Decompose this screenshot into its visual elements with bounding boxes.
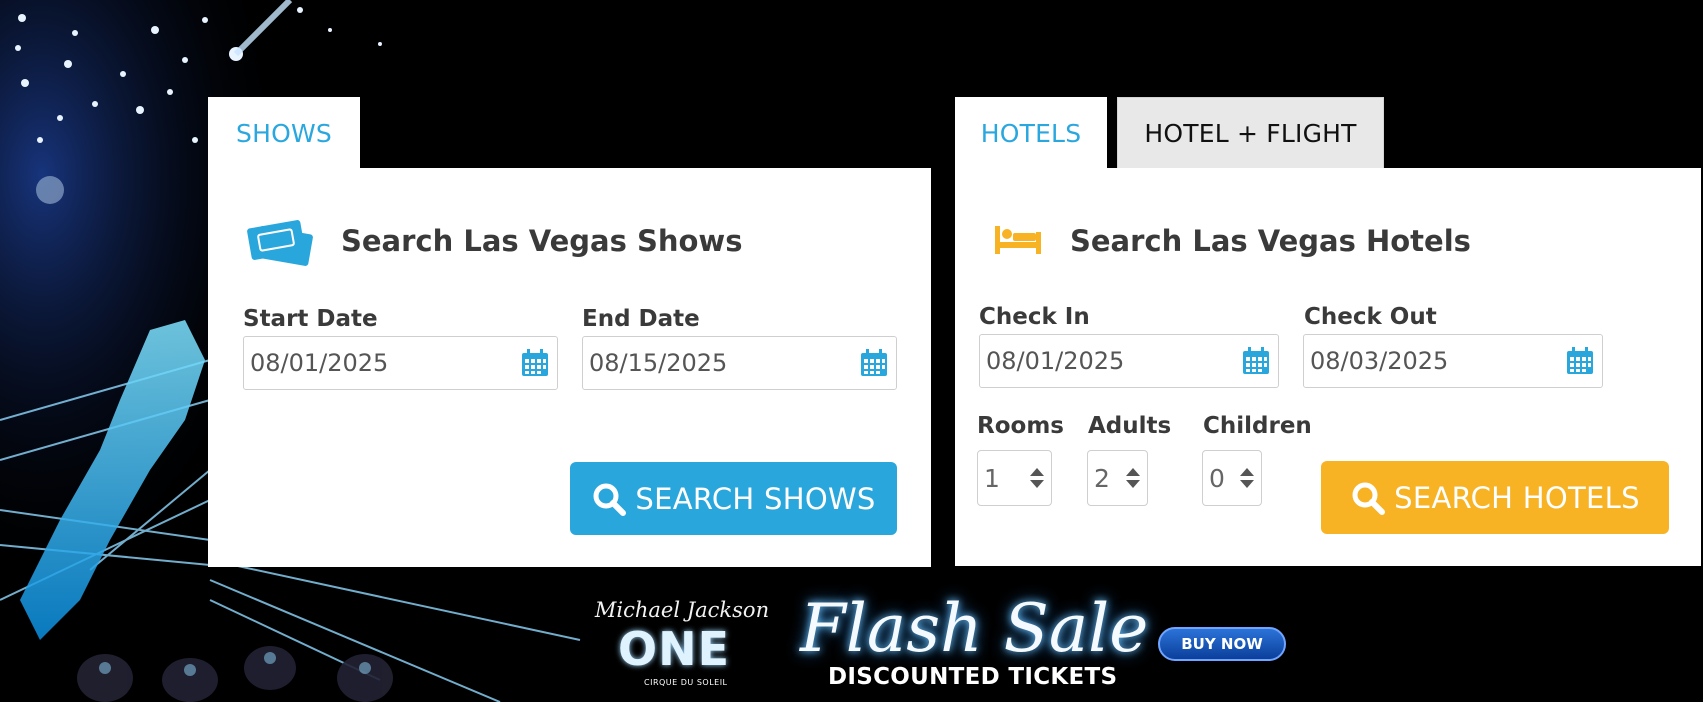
search-icon (593, 483, 627, 516)
mj-one-logo[interactable]: Michael Jackson ONE CIRQUE DU SOLEIL (594, 598, 770, 690)
shows-title: Search Las Vegas Shows (341, 224, 743, 258)
tab-shows[interactable]: SHOWS (208, 97, 360, 169)
discounted-tickets-text[interactable]: DISCOUNTED TICKETS (828, 664, 1117, 690)
flash-sale-heading[interactable]: Flash Sale (800, 590, 1148, 667)
mj-one-text: ONE (618, 622, 731, 676)
check-out-input[interactable]: 08/03/2025 (1303, 334, 1603, 388)
tab-shows-label: SHOWS (236, 118, 332, 148)
buy-now-button[interactable]: BUY NOW (1158, 627, 1286, 661)
mj-script-text: Michael Jackson (594, 598, 770, 622)
start-date-input[interactable]: 08/01/2025 (243, 336, 558, 390)
tickets-icon (247, 220, 313, 266)
children-value: 0 (1209, 463, 1225, 493)
stepper-arrows-icon[interactable] (1029, 467, 1045, 489)
calendar-icon[interactable] (1241, 346, 1271, 376)
tab-hotel-flight-label: HOTEL + FLIGHT (1144, 119, 1357, 148)
calendar-icon[interactable] (1565, 346, 1595, 376)
bed-icon (995, 226, 1041, 254)
start-date-label: Start Date (243, 306, 378, 332)
check-out-label: Check Out (1304, 304, 1437, 330)
hotels-title: Search Las Vegas Hotels (1070, 224, 1471, 258)
calendar-icon[interactable] (520, 348, 550, 378)
rooms-label: Rooms (977, 413, 1064, 439)
cirque-text: CIRQUE DU SOLEIL (644, 678, 728, 687)
adults-label: Adults (1088, 413, 1172, 439)
adults-stepper[interactable]: 2 (1087, 450, 1148, 506)
stepper-arrows-icon[interactable] (1239, 467, 1255, 489)
rooms-value: 1 (984, 463, 1000, 493)
tab-hotels[interactable]: HOTELS (955, 97, 1107, 169)
children-label: Children (1203, 413, 1312, 439)
calendar-icon[interactable] (859, 348, 889, 378)
search-shows-label: SEARCH SHOWS (635, 481, 876, 516)
end-date-value: 08/15/2025 (589, 349, 728, 377)
check-out-value: 08/03/2025 (1310, 347, 1449, 375)
check-in-input[interactable]: 08/01/2025 (979, 334, 1279, 388)
rooms-stepper[interactable]: 1 (977, 450, 1052, 506)
adults-value: 2 (1094, 463, 1110, 493)
end-date-input[interactable]: 08/15/2025 (582, 336, 897, 390)
end-date-label: End Date (582, 306, 700, 332)
check-in-value: 08/01/2025 (986, 347, 1125, 375)
search-hotels-button[interactable]: SEARCH HOTELS (1321, 461, 1669, 534)
stepper-arrows-icon[interactable] (1125, 467, 1141, 489)
start-date-value: 08/01/2025 (250, 349, 389, 377)
check-in-label: Check In (979, 304, 1090, 330)
tab-hotel-flight[interactable]: HOTEL + FLIGHT (1117, 97, 1384, 169)
tab-hotels-label: HOTELS (980, 118, 1082, 148)
children-stepper[interactable]: 0 (1202, 450, 1262, 506)
search-hotels-label: SEARCH HOTELS (1394, 480, 1640, 515)
search-icon (1352, 482, 1386, 515)
search-shows-button[interactable]: SEARCH SHOWS (570, 462, 897, 535)
